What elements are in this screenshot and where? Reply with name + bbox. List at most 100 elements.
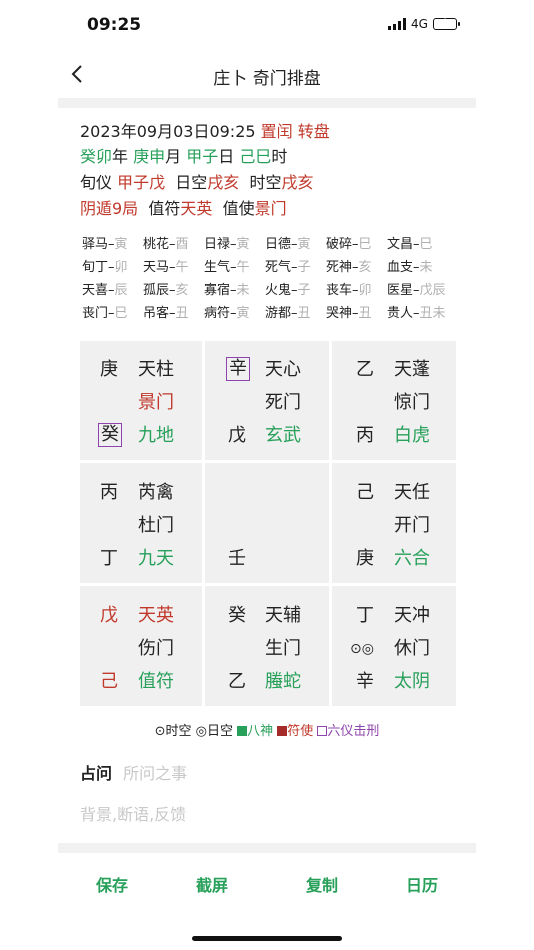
shensha-item: 游都–丑 — [265, 306, 311, 321]
shensha-name: 寡宿 — [204, 283, 231, 298]
shensha-value: 丑未 — [419, 306, 446, 321]
calendar-button[interactable]: 日历 — [406, 872, 438, 896]
battery-icon: ⚡ — [432, 17, 460, 30]
copy-button[interactable]: 复制 — [306, 872, 338, 896]
shensha-item: 寡宿–未 — [204, 283, 250, 298]
shensha-item: 哭神–丑 — [326, 306, 372, 321]
palace-god: 九地 — [138, 425, 174, 446]
palace-cell[interactable]: 戊 天英 伤门 值符 己 — [80, 586, 202, 706]
shensha-item: 血支–未 — [387, 260, 433, 275]
question-input[interactable]: 所问之事 — [123, 764, 187, 783]
shensha-name: 孤辰 — [143, 283, 170, 298]
palace-di-stem: 己 — [100, 671, 118, 692]
shensha-name: 桃花 — [143, 237, 170, 252]
palace-tian-stem: 己 — [356, 482, 374, 503]
day-ganzhi: 甲子 — [186, 147, 219, 166]
save-button[interactable]: 保存 — [96, 872, 128, 896]
palace-tian-stem: 戊 — [100, 605, 118, 626]
palace-di-stem: 癸 — [98, 423, 122, 447]
palace-star: 天任 — [394, 482, 430, 503]
shensha-value: 巳 — [114, 306, 128, 321]
shensha-value: 午 — [236, 260, 250, 275]
shensha-item: 贵人–丑未 — [387, 306, 446, 321]
shensha-value: 卯 — [358, 283, 372, 298]
shensha-name: 病符 — [204, 306, 231, 321]
palace-god: 白虎 — [394, 425, 430, 446]
divider-top — [58, 98, 476, 108]
palace-di-stem: 丙 — [356, 425, 374, 446]
shensha-name: 血支 — [387, 260, 414, 275]
palace-cell[interactable]: 丁 天冲 ⊙◎ 休门 太阴 辛 — [332, 586, 456, 706]
shensha-value: 巳 — [358, 237, 372, 252]
shensha-item: 文昌–巳 — [387, 237, 433, 252]
legend-purple-square-icon — [317, 726, 328, 736]
shensha-value: 亥 — [175, 283, 189, 298]
shensha-item: 死神–亥 — [326, 260, 372, 275]
info-line-ganzhi: 癸卯年 庚申月 甲子日 己巳时 — [80, 144, 287, 169]
shensha-name: 医星 — [387, 283, 414, 298]
shensha-name: 文昌 — [387, 237, 414, 252]
shensha-table: 驿马–寅 桃花–酉 日禄–寅 日德–寅 破碎–巳 文昌–巳 旬丁–卯 天马–午 … — [82, 233, 462, 325]
palace-cell[interactable]: 辛 天心 死门 玄武 戊 — [205, 341, 329, 460]
info-line-ju: 阴遁9局 值符天英 值使景门 — [80, 196, 287, 221]
palace-cell-center[interactable]: 壬 — [205, 463, 329, 583]
palace-star: 芮禽 — [138, 482, 174, 503]
palace-di-stem: 乙 — [228, 671, 246, 692]
signal-icon — [388, 18, 406, 30]
shensha-name: 生气 — [204, 260, 231, 275]
palace-cell[interactable]: 丙 芮禽 杜门 九天 丁 — [80, 463, 202, 583]
legend-rikong: ◎日空 — [195, 724, 233, 739]
shensha-item: 破碎–巳 — [326, 237, 372, 252]
shensha-value: 卯 — [114, 260, 128, 275]
background-input[interactable]: 背景,断语,反馈 — [80, 801, 186, 825]
question-field[interactable]: 占问 所问之事 — [80, 760, 187, 784]
hour-ganzhi: 己巳 — [239, 147, 272, 166]
palace-star: 天英 — [138, 605, 174, 626]
palace-cell[interactable]: 乙 天蓬 惊门 白虎 丙 — [332, 341, 456, 460]
page-title: 庄卜 奇门排盘 — [213, 69, 321, 89]
palace-di-stem: 辛 — [356, 671, 374, 692]
shensha-name: 天喜 — [82, 283, 109, 298]
palace-cell[interactable]: 己 天任 开门 六合 庚 — [332, 463, 456, 583]
shensha-item: 吊客–丑 — [143, 306, 189, 321]
shensha-name: 哭神 — [326, 306, 353, 321]
palace-grid: 庚 天柱 景门 九地 癸 辛 天心 死门 玄武 戊 乙 天蓬 惊门 白虎 丙 丙… — [80, 341, 456, 708]
palace-star: 天辅 — [265, 605, 301, 626]
info-line-kong: 旬仪 甲子戊 日空戌亥 时空戌亥 — [80, 170, 314, 195]
palace-di-stem: 戊 — [228, 425, 246, 446]
shensha-name: 死神 — [326, 260, 353, 275]
palace-cell[interactable]: 癸 天辅 生门 螣蛇 乙 — [205, 586, 329, 706]
home-indicator[interactable] — [192, 936, 342, 941]
legend-green-square-icon — [237, 726, 248, 736]
shensha-value: 寅 — [297, 237, 311, 252]
shensha-value: 辰 — [114, 283, 128, 298]
palace-god: 玄武 — [265, 425, 301, 446]
month-ganzhi: 庚申 — [133, 147, 166, 166]
palace-door: 景门 — [138, 392, 174, 413]
shensha-value: 未 — [236, 283, 250, 298]
divider-bottom — [58, 843, 476, 853]
shensha-value: 寅 — [236, 306, 250, 321]
palace-cell[interactable]: 庚 天柱 景门 九地 癸 — [80, 341, 202, 460]
shensha-name: 贵人 — [387, 306, 414, 321]
palace-star: 天冲 — [394, 605, 430, 626]
palace-god: 太阴 — [394, 671, 430, 692]
year-suffix: 年 — [112, 147, 129, 166]
shensha-name: 丧门 — [82, 306, 109, 321]
shensha-value: 酉 — [175, 237, 189, 252]
palace-door: 死门 — [265, 392, 301, 413]
shensha-name: 天马 — [143, 260, 170, 275]
shensha-item: 天马–午 — [143, 260, 189, 275]
palace-door: 休门 — [394, 638, 430, 659]
shensha-value: 午 — [175, 260, 189, 275]
shensha-value: 丑 — [358, 306, 372, 321]
palace-tian-stem: 癸 — [228, 605, 246, 626]
shensha-item: 桃花–酉 — [143, 237, 189, 252]
network-type: 4G — [411, 17, 428, 31]
kong-marker: ⊙◎ — [350, 641, 374, 657]
screenshot-button[interactable]: 截屏 — [196, 872, 228, 896]
shensha-item: 天喜–辰 — [82, 283, 128, 298]
shensha-item: 火鬼–子 — [265, 283, 311, 298]
shensha-item: 生气–午 — [204, 260, 250, 275]
shensha-value: 丑 — [297, 306, 311, 321]
